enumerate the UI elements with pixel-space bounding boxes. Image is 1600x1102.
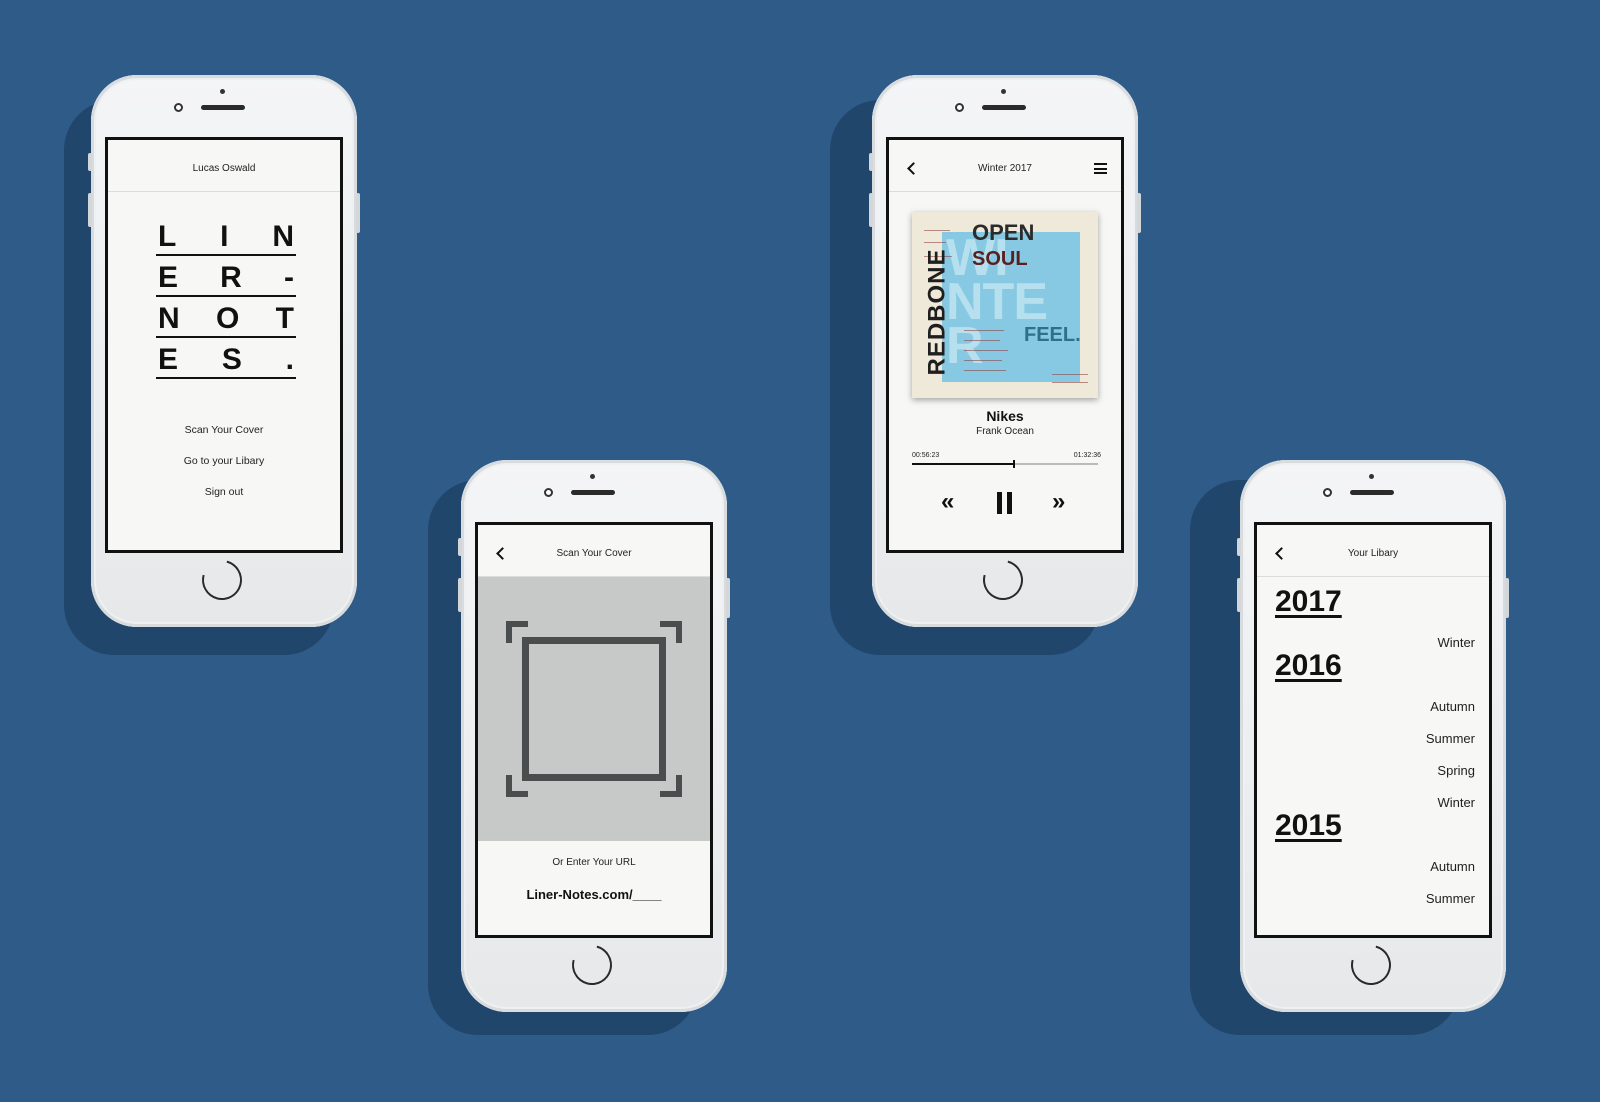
- home-button[interactable]: [975, 552, 1031, 608]
- cover-text-soul: SOUL: [972, 248, 1028, 270]
- album-cover: WI NTE R OPEN SOUL FEEL. REDBONE: [912, 212, 1098, 398]
- screen-title: Scan Your Cover: [556, 548, 632, 559]
- year-2016[interactable]: 2016: [1275, 649, 1342, 683]
- header: Scan Your Cover: [478, 525, 710, 577]
- season-item[interactable]: Autumn: [1430, 699, 1475, 714]
- total-time: 01:32:36: [1073, 452, 1101, 459]
- header: Winter 2017: [889, 140, 1121, 192]
- camera-viewfinder[interactable]: [478, 577, 710, 841]
- pause-icon[interactable]: [997, 492, 1013, 514]
- album-title: Winter 2017: [978, 163, 1032, 174]
- url-input[interactable]: Liner-Notes.com/____: [478, 887, 710, 902]
- year-2017[interactable]: 2017: [1275, 585, 1342, 619]
- fast-forward-icon[interactable]: »: [1052, 490, 1065, 514]
- library-screen: Your Libary 2017 Winter 2016 Autumn Summ…: [1254, 522, 1492, 938]
- sign-out-link[interactable]: Sign out: [108, 486, 340, 498]
- library-link[interactable]: Go to your Libary: [108, 455, 340, 467]
- liner-notes-logo: LIN ER- NOT ES.: [156, 220, 296, 384]
- header: Your Libary: [1257, 525, 1489, 577]
- home-screen: Lucas Oswald LIN ER- NOT ES. Scan Your C…: [105, 137, 343, 553]
- season-item[interactable]: Summer: [1426, 731, 1475, 746]
- cover-text-open: OPEN: [972, 220, 1035, 245]
- season-item[interactable]: Autumn: [1430, 859, 1475, 874]
- season-item[interactable]: Spring: [1437, 763, 1475, 778]
- season-item[interactable]: Winter: [1437, 635, 1475, 650]
- scan-screen: Scan Your Cover Or Enter Your URL Liner-…: [475, 522, 713, 938]
- season-item[interactable]: Summer: [1426, 891, 1475, 906]
- player-screen: Winter 2017 WI NTE R OPEN SOUL FEEL. RED…: [886, 137, 1124, 553]
- home-button[interactable]: [564, 937, 620, 993]
- menu-icon[interactable]: [1094, 163, 1107, 174]
- phone-scan: Scan Your Cover Or Enter Your URL Liner-…: [458, 460, 730, 1012]
- cover-text-feel: FEEL.: [1024, 324, 1081, 346]
- progress-bar[interactable]: [912, 460, 1098, 468]
- user-name: Lucas Oswald: [192, 163, 256, 174]
- track-artist: Frank Ocean: [976, 426, 1034, 437]
- screen-title: Your Libary: [1347, 548, 1399, 559]
- scan-cover-link[interactable]: Scan Your Cover: [108, 424, 340, 436]
- header: Lucas Oswald: [108, 140, 340, 192]
- cover-text-side: REDBONE: [923, 248, 951, 376]
- phone-home: Lucas Oswald LIN ER- NOT ES. Scan Your C…: [88, 75, 360, 627]
- progress-knob[interactable]: [1013, 460, 1016, 468]
- rewind-icon[interactable]: «: [941, 490, 954, 514]
- home-button[interactable]: [1343, 937, 1399, 993]
- scan-frame: [522, 637, 666, 781]
- progress-fill: [912, 463, 1015, 465]
- url-label: Or Enter Your URL: [552, 857, 636, 868]
- home-button[interactable]: [194, 552, 250, 608]
- year-2015[interactable]: 2015: [1275, 809, 1342, 843]
- phone-player: Winter 2017 WI NTE R OPEN SOUL FEEL. RED…: [869, 75, 1141, 627]
- track-title: Nikes: [986, 408, 1024, 424]
- season-item[interactable]: Winter: [1437, 795, 1475, 810]
- elapsed-time: 00:56:23: [912, 452, 940, 459]
- phone-library: Your Libary 2017 Winter 2016 Autumn Summ…: [1237, 460, 1509, 1012]
